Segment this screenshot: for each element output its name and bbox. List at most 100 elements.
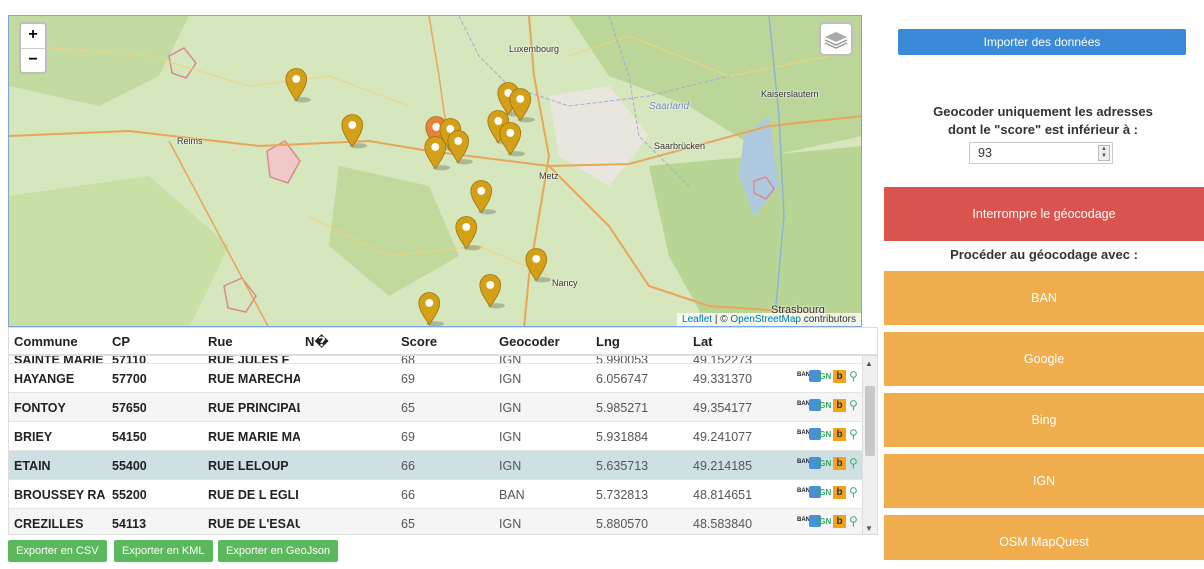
export-geojson-button[interactable]: Exporter en GeoJson <box>218 540 338 562</box>
scroll-up-icon[interactable]: ▲ <box>865 359 873 368</box>
import-data-button[interactable]: Importer des données <box>898 29 1186 55</box>
cell-rue: RUE DE L EGLI <box>208 488 299 502</box>
cell-commune: ETAIN <box>14 459 51 473</box>
table-row[interactable]: HAYANGE 57700 RUE MARECHA 69 IGN 6.05674… <box>9 363 864 392</box>
zoom-out-button[interactable]: − <box>21 48 45 72</box>
geocoder-icons: BAN IGN b ⚲ <box>797 369 867 386</box>
export-csv-button[interactable]: Exporter en CSV <box>8 540 107 562</box>
cell-cp: 55200 <box>112 488 147 502</box>
bing-icon[interactable]: b <box>833 515 846 528</box>
geocode-bing-button[interactable]: Bing <box>884 393 1204 447</box>
layers-button[interactable] <box>819 22 853 56</box>
city-label: Saarbrücken <box>654 141 706 151</box>
map-marker-icon[interactable] <box>525 246 551 284</box>
layers-icon <box>824 32 848 49</box>
score-threshold-input[interactable]: 93 ▲ ▼ <box>969 142 1113 164</box>
cell-score: 66 <box>401 488 415 502</box>
map-marker-icon[interactable] <box>499 120 525 158</box>
header-commune[interactable]: Commune <box>14 334 78 349</box>
search-icon[interactable]: ⚲ <box>849 514 858 528</box>
export-kml-button[interactable]: Exporter en KML <box>114 540 213 562</box>
cell-lat: 49.354177 <box>693 401 753 415</box>
ign-icon[interactable]: IGN <box>817 430 831 439</box>
geocoder-icons: BAN IGN b ⚲ <box>797 456 867 473</box>
cell-geocoder: IGN <box>499 517 522 531</box>
ign-icon[interactable]: IGN <box>817 459 831 468</box>
geocode-ign-button[interactable]: IGN <box>884 454 1204 508</box>
table-row[interactable]: FONTOY 57650 RUE PRINCIPAL 65 IGN 5.9852… <box>9 392 864 421</box>
zoom-control: + − <box>19 22 47 74</box>
search-icon[interactable]: ⚲ <box>849 485 858 499</box>
city-label: Luxembourg <box>509 44 560 54</box>
table-row[interactable]: BROUSSEY RA 55200 RUE DE L EGLI 66 BAN 5… <box>9 479 864 508</box>
score-threshold-line2: dont le "score" est inférieur à : <box>947 122 1139 137</box>
bing-icon[interactable]: b <box>833 370 846 383</box>
table-row[interactable]: CREZILLES 54113 RUE DE L'ESAU 65 IGN 5.8… <box>9 508 864 534</box>
city-label: Kaiserslautern <box>761 89 819 99</box>
bing-icon[interactable]: b <box>833 428 846 441</box>
map-marker-icon[interactable] <box>424 134 450 172</box>
map-marker-icon[interactable] <box>479 272 505 310</box>
header-rue[interactable]: Rue <box>208 334 233 349</box>
cell-lat: 49.331370 <box>693 372 753 386</box>
geocode-google-button[interactable]: Google <box>884 332 1204 386</box>
osm-link[interactable]: OpenStreetMap <box>730 314 801 325</box>
header-geocoder[interactable]: Geocoder <box>499 334 560 349</box>
spinner-icon[interactable]: ▲ ▼ <box>1098 145 1110 161</box>
ign-icon[interactable]: IGN <box>817 372 831 381</box>
map-marker-icon[interactable] <box>470 178 496 216</box>
header-cp[interactable]: CP <box>112 334 130 349</box>
geocode-osm-mapquest-button[interactable]: OSM MapQuest <box>884 515 1204 560</box>
bing-icon[interactable]: b <box>833 486 846 499</box>
header-score[interactable]: Score <box>401 334 437 349</box>
cell-commune: FONTOY <box>14 401 66 415</box>
geocoder-icons: BAN IGN b ⚲ <box>797 485 867 502</box>
search-icon[interactable]: ⚲ <box>849 456 858 470</box>
zoom-in-button[interactable]: + <box>21 24 45 48</box>
cell-geocoder: BAN <box>499 488 525 502</box>
header-lat[interactable]: Lat <box>693 334 713 349</box>
search-icon[interactable]: ⚲ <box>849 369 858 383</box>
stop-geocoding-button[interactable]: Interrompre le géocodage <box>884 187 1204 241</box>
table-header: Commune CP Rue N� Score Geocoder Lng Lat <box>9 328 877 356</box>
table-row[interactable]: BRIEY 54150 RUE MARIE MA 69 IGN 5.931884… <box>9 421 864 450</box>
map-marker-icon[interactable] <box>418 290 444 327</box>
map-marker-icon[interactable] <box>341 112 367 150</box>
cell-geocoder: IGN <box>499 430 522 444</box>
table-row-selected[interactable]: ETAIN 55400 RUE LELOUP 66 IGN 5.635713 4… <box>9 450 864 479</box>
geocoder-icons: BAN IGN b ⚲ <box>797 427 867 444</box>
table-scrollbar[interactable]: ▲ ▼ <box>862 356 877 534</box>
leaflet-link[interactable]: Leaflet <box>682 314 712 325</box>
cell-rue: RUE MARIE MA <box>208 430 300 444</box>
geocode-ban-button[interactable]: BAN <box>884 271 1204 325</box>
ign-icon[interactable]: IGN <box>817 488 831 497</box>
map-marker-icon[interactable] <box>447 128 473 166</box>
cell-lat: 49.241077 <box>693 430 753 444</box>
cell-lat: 49.214185 <box>693 459 753 473</box>
attribution-sep: | © <box>712 314 731 325</box>
cell-rue: RUE PRINCIPAL <box>208 401 300 415</box>
map-view[interactable]: + − Luxembourg Kaiserslautern Saarland S… <box>8 15 862 327</box>
scroll-down-icon[interactable]: ▼ <box>865 524 873 533</box>
cell-lng: 5.931884 <box>596 430 649 444</box>
ign-icon[interactable]: IGN <box>817 401 831 410</box>
city-label: Metz <box>539 171 559 181</box>
geocoder-icons: BAN IGN b ⚲ <box>797 398 867 415</box>
search-icon[interactable]: ⚲ <box>849 398 858 412</box>
city-label: Reims <box>177 136 203 146</box>
cell-cp: 57700 <box>112 372 147 386</box>
cell-cp: 57650 <box>112 401 147 415</box>
cell-rue: RUE DE L'ESAU <box>208 517 300 531</box>
search-icon[interactable]: ⚲ <box>849 427 858 441</box>
scroll-thumb[interactable] <box>865 386 875 456</box>
ign-icon[interactable]: IGN <box>817 517 831 526</box>
header-lng[interactable]: Lng <box>596 334 620 349</box>
header-numero[interactable]: N� <box>305 334 329 350</box>
map-marker-icon[interactable] <box>455 214 481 252</box>
bing-icon[interactable]: b <box>833 457 846 470</box>
cell-lng: 5.635713 <box>596 459 649 473</box>
bing-icon[interactable]: b <box>833 399 846 412</box>
cell-cp: 54113 <box>112 517 147 531</box>
map-marker-icon[interactable] <box>285 66 311 104</box>
cell-cp: 54150 <box>112 430 147 444</box>
